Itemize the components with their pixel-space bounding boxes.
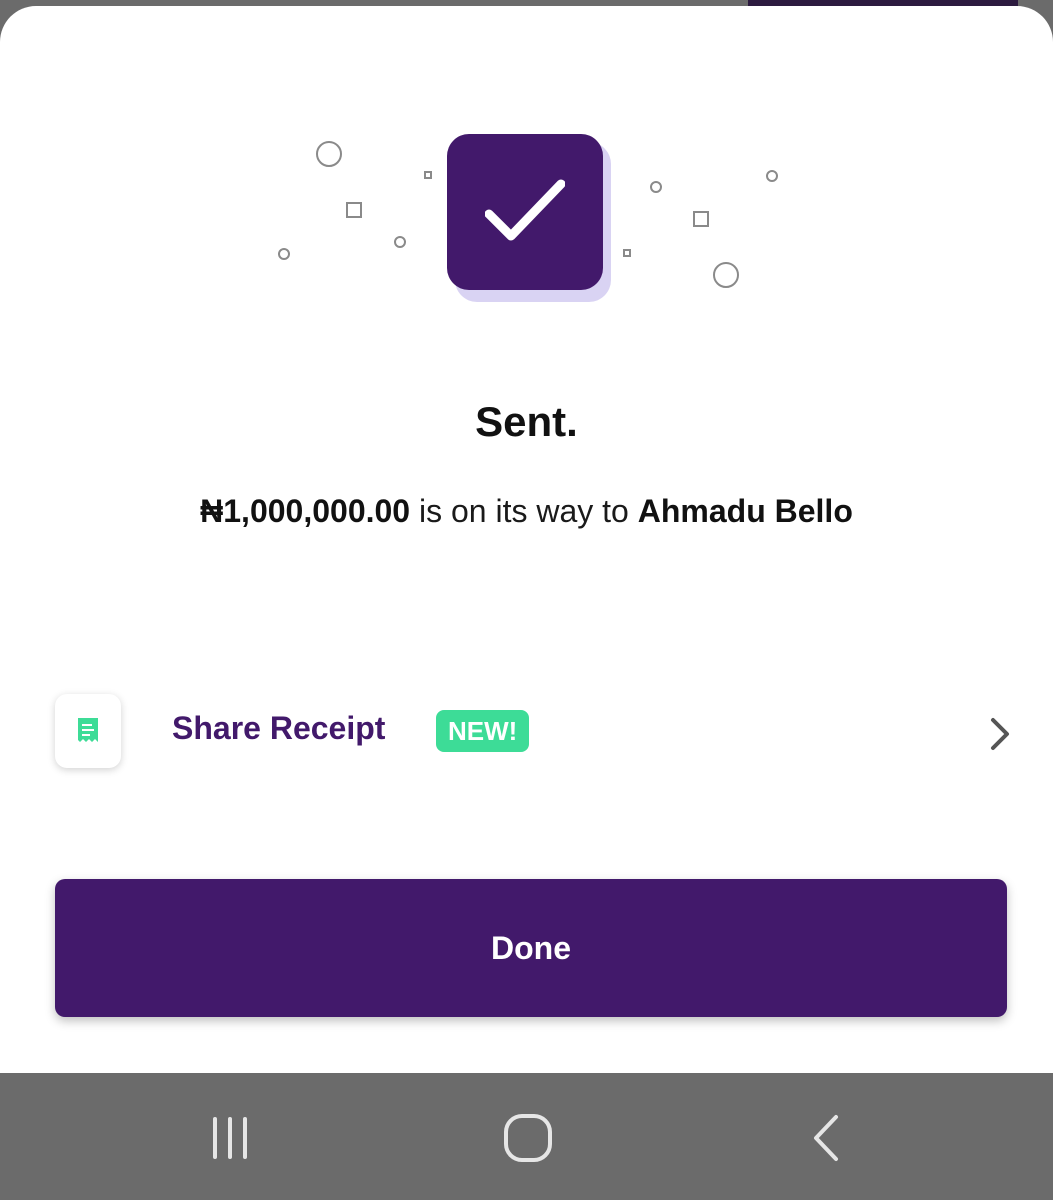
success-illustration xyxy=(0,6,1053,346)
new-badge: NEW! xyxy=(436,710,530,752)
share-receipt-label: Share Receipt xyxy=(172,710,386,746)
amount-text: ₦1,000,000.00 xyxy=(200,493,411,529)
recent-apps-button[interactable] xyxy=(190,1103,270,1173)
receipt-icon xyxy=(78,718,98,742)
confetti-circle xyxy=(713,262,739,288)
home-icon xyxy=(504,1114,552,1162)
confetti-square xyxy=(424,171,432,179)
back-icon xyxy=(814,1115,838,1161)
checkmark-icon xyxy=(485,179,565,241)
status-title: Sent. xyxy=(475,398,578,445)
recipient-name: Ahmadu Bello xyxy=(637,493,853,529)
done-button[interactable]: Done xyxy=(55,879,1007,1017)
system-nav-bar xyxy=(0,1073,1053,1200)
share-receipt-row[interactable]: Share Receipt NEW! xyxy=(0,686,1053,781)
chevron-right-icon xyxy=(991,718,1009,750)
success-sheet: Sent. ₦1,000,000.00 is on its way to Ahm… xyxy=(0,6,1053,1073)
confetti-circle xyxy=(316,141,342,167)
confetti-circle xyxy=(278,248,290,260)
confetti-circle xyxy=(766,170,778,182)
home-button[interactable] xyxy=(488,1103,568,1173)
message-middle-text: is on its way to xyxy=(410,493,638,529)
confetti-square xyxy=(623,249,631,257)
status-message: ₦1,000,000.00 is on its way to Ahmadu Be… xyxy=(190,486,863,536)
confetti-circle xyxy=(394,236,406,248)
receipt-tile xyxy=(55,694,121,768)
success-check-box xyxy=(447,134,603,290)
confetti-circle xyxy=(650,181,662,193)
back-button[interactable] xyxy=(786,1103,866,1173)
confetti-square xyxy=(346,202,362,218)
recent-apps-icon xyxy=(213,1117,247,1159)
confetti-square xyxy=(693,211,709,227)
